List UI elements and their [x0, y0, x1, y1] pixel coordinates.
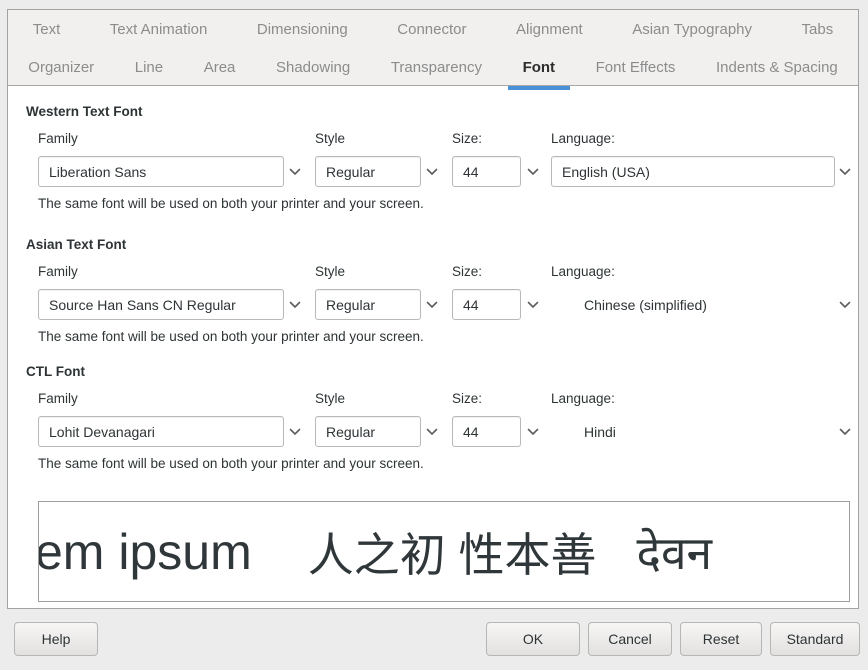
ctl-language-value: Hindi	[584, 424, 616, 440]
tab-connector[interactable]: Connector	[373, 10, 492, 48]
ctl-font-section: CTL Font Family Style Size: Language: Lo…	[8, 364, 858, 494]
section-title: Western Text Font	[26, 104, 143, 119]
asian-family-combobox: Source Han Sans CN Regular	[38, 289, 284, 320]
western-family-value: Liberation Sans	[49, 164, 146, 180]
chevron-down-icon[interactable]	[838, 289, 852, 320]
tab-line[interactable]: Line	[114, 48, 183, 86]
asian-language-select[interactable]: Chinese (simplified)	[551, 289, 835, 320]
western-font-section: Western Text Font Family Style Size: Lan…	[8, 104, 858, 234]
tab-organizer[interactable]: Organizer	[8, 48, 114, 86]
ctl-style-value: Regular	[326, 424, 375, 440]
asian-family-input[interactable]: Source Han Sans CN Regular	[38, 289, 284, 320]
section-title: Asian Text Font	[26, 237, 126, 252]
western-family-combobox: Liberation Sans	[38, 156, 284, 187]
printer-screen-note: The same font will be used on both your …	[38, 329, 424, 344]
tab-shadowing[interactable]: Shadowing	[256, 48, 371, 86]
tab-asian-typography[interactable]: Asian Typography	[607, 10, 776, 48]
ctl-family-combobox: Lohit Devanagari	[38, 416, 284, 447]
asian-size-value: 44	[463, 297, 479, 313]
chevron-down-icon[interactable]	[288, 289, 302, 320]
chevron-down-icon[interactable]	[526, 289, 540, 320]
tab-tabs[interactable]: Tabs	[777, 10, 858, 48]
chevron-down-icon[interactable]	[526, 416, 540, 447]
section-title: CTL Font	[26, 364, 85, 379]
ctl-language-dropdown: Hindi	[551, 416, 835, 447]
ctl-style-combobox: Regular	[315, 416, 421, 447]
tab-font-effects[interactable]: Font Effects	[575, 48, 695, 86]
chevron-down-icon[interactable]	[526, 156, 540, 187]
western-style-value: Regular	[326, 164, 375, 180]
chevron-down-icon[interactable]	[425, 156, 439, 187]
tab-bar: Text Text Animation Dimensioning Connect…	[8, 10, 858, 86]
ctl-style-input[interactable]: Regular	[315, 416, 421, 447]
family-label: Family	[38, 391, 78, 406]
preview-cjk-text: 人之初 性本善	[308, 519, 597, 585]
western-style-combobox: Regular	[315, 156, 421, 187]
asian-size-combobox: 44	[452, 289, 521, 320]
preview-ctl-text: देवन	[637, 521, 713, 583]
tab-area[interactable]: Area	[183, 48, 255, 86]
tab-row-2: Organizer Line Area Shadowing Transparen…	[8, 48, 858, 86]
chevron-down-icon[interactable]	[425, 289, 439, 320]
language-label: Language:	[551, 391, 615, 406]
asian-language-value: Chinese (simplified)	[584, 297, 707, 313]
ctl-language-select[interactable]: Hindi	[551, 416, 835, 447]
ctl-size-combobox: 44	[452, 416, 521, 447]
tab-alignment[interactable]: Alignment	[491, 10, 607, 48]
chevron-down-icon[interactable]	[288, 156, 302, 187]
family-label: Family	[38, 264, 78, 279]
tab-row-1: Text Text Animation Dimensioning Connect…	[8, 10, 858, 48]
ctl-size-value: 44	[463, 424, 479, 440]
language-label: Language:	[551, 264, 615, 279]
size-label: Size:	[452, 264, 482, 279]
western-style-input[interactable]: Regular	[315, 156, 421, 187]
asian-font-section: Asian Text Font Family Style Size: Langu…	[8, 237, 858, 367]
size-label: Size:	[452, 391, 482, 406]
ctl-size-input[interactable]: 44	[452, 416, 521, 447]
style-label: Style	[315, 131, 345, 146]
tab-text-animation[interactable]: Text Animation	[85, 10, 232, 48]
asian-family-value: Source Han Sans CN Regular	[49, 297, 236, 313]
chevron-down-icon[interactable]	[838, 156, 852, 187]
chevron-down-icon[interactable]	[288, 416, 302, 447]
asian-style-input[interactable]: Regular	[315, 289, 421, 320]
family-label: Family	[38, 131, 78, 146]
western-size-input[interactable]: 44	[452, 156, 521, 187]
font-preview-box: em ipsum 人之初 性本善 देवन	[38, 501, 850, 602]
western-language-combobox: English (USA)	[551, 156, 835, 187]
chevron-down-icon[interactable]	[838, 416, 852, 447]
western-language-value: English (USA)	[562, 164, 650, 180]
help-button[interactable]: Help	[14, 622, 98, 656]
chevron-down-icon[interactable]	[425, 416, 439, 447]
ok-button[interactable]: OK	[486, 622, 580, 656]
tab-font[interactable]: Font	[502, 48, 575, 86]
asian-language-dropdown: Chinese (simplified)	[551, 289, 835, 320]
western-size-value: 44	[463, 164, 479, 180]
tab-dimensioning[interactable]: Dimensioning	[232, 10, 372, 48]
printer-screen-note: The same font will be used on both your …	[38, 456, 424, 471]
language-label: Language:	[551, 131, 615, 146]
asian-style-combobox: Regular	[315, 289, 421, 320]
western-size-combobox: 44	[452, 156, 521, 187]
ctl-family-value: Lohit Devanagari	[49, 424, 155, 440]
tab-indents-spacing[interactable]: Indents & Spacing	[696, 48, 858, 86]
western-family-input[interactable]: Liberation Sans	[38, 156, 284, 187]
size-label: Size:	[452, 131, 482, 146]
asian-style-value: Regular	[326, 297, 375, 313]
tab-text[interactable]: Text	[8, 10, 85, 48]
western-language-input[interactable]: English (USA)	[551, 156, 835, 187]
ctl-family-input[interactable]: Lohit Devanagari	[38, 416, 284, 447]
tab-transparency[interactable]: Transparency	[371, 48, 503, 86]
reset-button[interactable]: Reset	[680, 622, 762, 656]
preview-latin-text: em ipsum	[38, 523, 252, 581]
cancel-button[interactable]: Cancel	[588, 622, 672, 656]
style-label: Style	[315, 391, 345, 406]
dialog-frame: Text Text Animation Dimensioning Connect…	[7, 9, 859, 609]
standard-button[interactable]: Standard	[770, 622, 860, 656]
asian-size-input[interactable]: 44	[452, 289, 521, 320]
style-label: Style	[315, 264, 345, 279]
printer-screen-note: The same font will be used on both your …	[38, 196, 424, 211]
